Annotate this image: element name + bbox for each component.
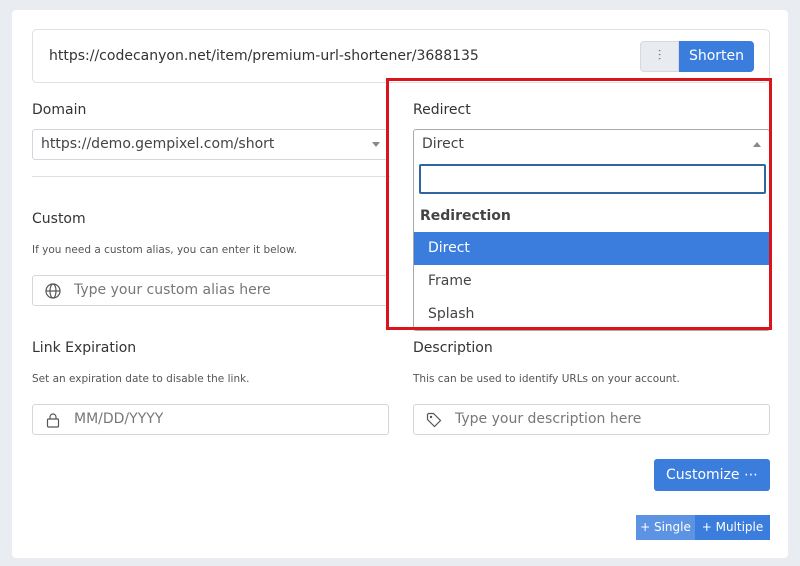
lock-icon xyxy=(46,413,60,428)
divider xyxy=(32,176,390,177)
chevron-down-icon xyxy=(372,142,380,147)
domain-select[interactable]: https://demo.gempixel.com/short xyxy=(32,129,389,160)
domain-label: Domain xyxy=(32,102,87,118)
multiple-button[interactable]: + Multiple xyxy=(695,515,770,540)
description-help: This can be used to identify URLs on you… xyxy=(413,373,680,385)
sliders-icon: ⫶ xyxy=(657,48,662,64)
custom-alias-placeholder: Type your custom alias here xyxy=(74,282,271,298)
expiration-help: Set an expiration date to disable the li… xyxy=(32,373,250,385)
highlight-box xyxy=(386,78,772,330)
custom-label: Custom xyxy=(32,211,86,227)
expiration-placeholder: MM/DD/YYYY xyxy=(74,411,164,427)
shorten-button[interactable]: Shorten xyxy=(679,41,754,72)
description-label: Description xyxy=(413,340,493,356)
domain-value: https://demo.gempixel.com/short xyxy=(41,136,275,152)
expiration-input[interactable]: MM/DD/YYYY xyxy=(32,404,389,435)
settings-button[interactable]: ⫶ xyxy=(640,41,679,72)
url-input-group: https://codecanyon.net/item/premium-url-… xyxy=(32,29,770,83)
description-input[interactable]: Type your description here xyxy=(413,404,770,435)
tag-icon xyxy=(426,412,442,428)
description-placeholder: Type your description here xyxy=(455,411,642,427)
customize-button[interactable]: Customize ⋯ xyxy=(654,459,770,491)
expiration-label: Link Expiration xyxy=(32,340,137,356)
globe-icon xyxy=(45,283,61,299)
single-button[interactable]: + Single xyxy=(636,515,695,540)
custom-alias-input[interactable]: Type your custom alias here xyxy=(32,275,389,306)
url-input[interactable]: https://codecanyon.net/item/premium-url-… xyxy=(49,48,479,64)
custom-help: If you need a custom alias, you can ente… xyxy=(32,244,297,256)
